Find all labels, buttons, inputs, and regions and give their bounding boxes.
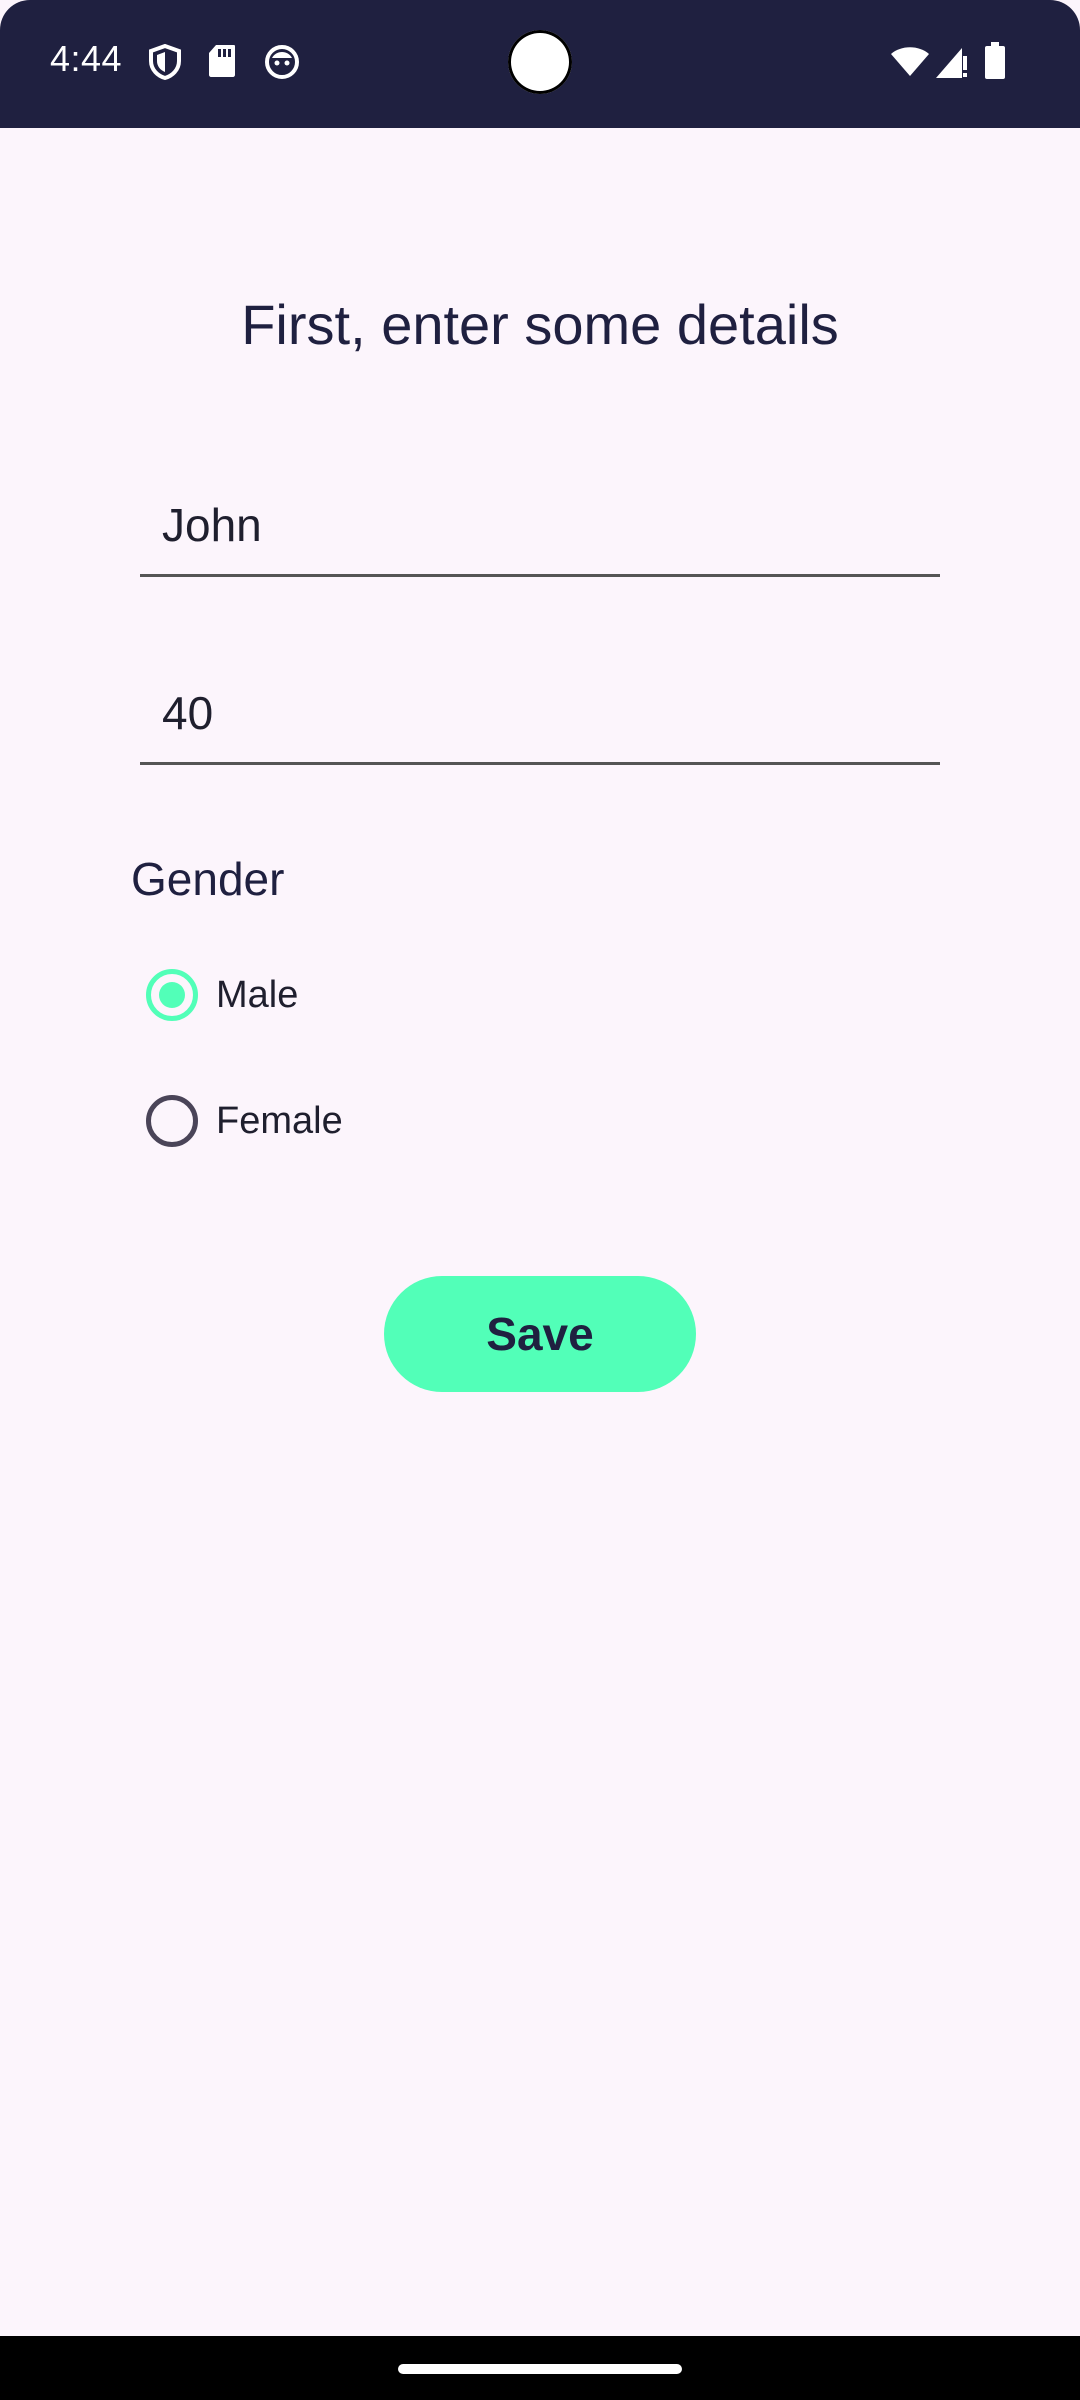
- wifi-icon: [890, 46, 930, 83]
- name-input[interactable]: [162, 498, 922, 552]
- radio-button-checked[interactable]: [146, 969, 198, 1021]
- signal-alert-icon: [934, 44, 970, 85]
- status-time: 4:44: [50, 38, 123, 79]
- shield-icon: [148, 43, 182, 85]
- camera-cutout: [508, 30, 572, 94]
- age-field[interactable]: [140, 662, 940, 765]
- gender-label: Gender: [131, 853, 285, 905]
- radio-button-unchecked[interactable]: [146, 1095, 198, 1147]
- status-bar: 4:44: [0, 0, 1080, 128]
- age-input[interactable]: [162, 686, 922, 740]
- navigation-bar: [0, 2336, 1080, 2400]
- radio-dot: [159, 982, 185, 1008]
- home-handle[interactable]: [398, 2364, 682, 2374]
- page-title: First, enter some details: [241, 293, 839, 356]
- radio-option-female[interactable]: Female: [140, 1086, 343, 1156]
- face-icon: [264, 44, 300, 85]
- name-field[interactable]: [140, 474, 940, 577]
- save-button[interactable]: Save: [384, 1276, 696, 1392]
- app-screen: 4:44 First, enter some details John 40 G…: [0, 0, 1080, 2400]
- radio-label-male: Male: [216, 973, 299, 1016]
- battery-icon: [984, 42, 1006, 85]
- radio-option-male[interactable]: Male: [140, 960, 298, 1030]
- radio-label-female: Female: [216, 1099, 343, 1142]
- sd-card-icon: [208, 44, 236, 83]
